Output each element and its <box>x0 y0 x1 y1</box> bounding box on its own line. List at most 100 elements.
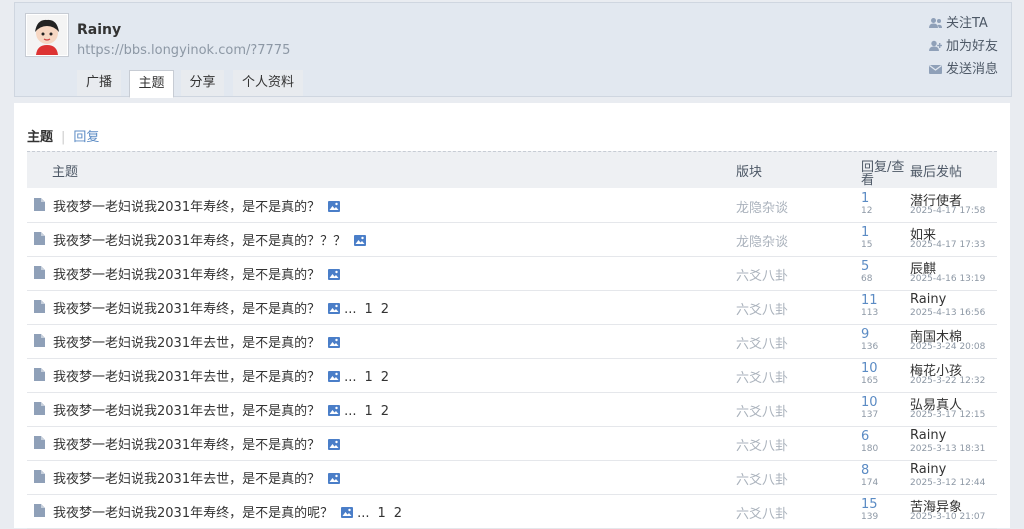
profile-url[interactable]: https://bbs.longyinok.com/?7775 <box>77 43 290 58</box>
pagination: ... 1 2 <box>357 506 403 521</box>
profile-header: Rainy https://bbs.longyinok.com/?7775 广播… <box>14 2 1012 98</box>
last-poster[interactable]: Rainy <box>910 462 946 477</box>
document-icon <box>34 198 45 211</box>
forum-link[interactable]: 六爻八卦 <box>736 503 788 522</box>
reply-count: 8 <box>861 463 870 478</box>
page-link[interactable]: 2 <box>381 404 389 419</box>
last-post-time[interactable]: 2025-3-10 21:07 <box>910 512 985 522</box>
page-link[interactable]: 2 <box>381 302 389 317</box>
last-post-time[interactable]: 2025-3-24 20:08 <box>910 342 985 352</box>
forum-link[interactable]: 龙隐杂谈 <box>736 231 788 250</box>
table-row: 我夜梦一老妇说我2031年去世，是不是真的？ 六爻八卦 9 136 南国木棉 2025-3… <box>27 324 997 359</box>
forum-link[interactable]: 六爻八卦 <box>736 333 788 352</box>
topic-title[interactable]: 我夜梦一老妇说我2031年寿终，是不是真的？ <box>53 438 320 453</box>
image-attachment-icon <box>341 507 354 518</box>
add-friend-label: 加为好友 <box>946 39 999 54</box>
image-attachment-icon <box>328 303 341 314</box>
last-poster[interactable]: Rainy <box>910 292 946 307</box>
header-forum: 版块 <box>736 165 763 180</box>
username[interactable]: Rainy <box>77 22 121 38</box>
last-post-time[interactable]: 2025-3-22 12:32 <box>910 376 985 386</box>
last-post-time[interactable]: 2025-4-17 17:33 <box>910 240 985 250</box>
pagination: ... 1 2 <box>344 404 390 419</box>
subtab-replies[interactable]: 回复 <box>73 130 99 145</box>
image-attachment-icon <box>328 201 341 212</box>
main-panel: 主题 | 回复 主题 版块 回复/查看 最后发帖 我夜梦一老妇说我2031年寿终，是… <box>14 103 1010 529</box>
topic-title[interactable]: 我夜梦一老妇说我2031年去世，是不是真的？ <box>53 472 320 487</box>
forum-link[interactable]: 六爻八卦 <box>736 469 788 488</box>
add-friend-icon <box>929 40 943 51</box>
table-row: 我夜梦一老妇说我2031年去世，是不是真的？... 1 2 六爻八卦 10 137 弘易真人… <box>27 392 997 427</box>
follow-button[interactable]: 关注TA <box>929 14 988 34</box>
document-icon <box>34 368 45 381</box>
table-row: 我夜梦一老妇说我2031年寿终，是不是真的？ 龙隐杂谈 1 12 潜行使者 2025-4-… <box>27 188 997 223</box>
topic-title[interactable]: 我夜梦一老妇说我2031年去世，是不是真的？ <box>53 404 320 419</box>
message-icon <box>929 65 942 74</box>
image-attachment-icon <box>328 473 341 484</box>
forum-link[interactable]: 六爻八卦 <box>736 401 788 420</box>
pagination: ... 1 2 <box>344 370 390 385</box>
table-row: 我夜梦一老妇说我2031年去世，是不是真的？ 六爻八卦 8 174 Rainy 2025-… <box>27 460 997 495</box>
send-message-button[interactable]: 发送消息 <box>929 60 998 80</box>
subtab-divider: | <box>61 130 66 145</box>
forum-link[interactable]: 六爻八卦 <box>736 367 788 386</box>
reply-count: 15 <box>861 497 878 512</box>
document-icon <box>34 300 45 313</box>
view-count: 165 <box>861 376 879 386</box>
last-post-time[interactable]: 2025-3-17 12:15 <box>910 410 985 420</box>
header-title: 主题 <box>52 165 79 180</box>
last-post-time[interactable]: 2025-3-12 12:44 <box>910 478 985 488</box>
image-attachment-icon <box>328 269 341 280</box>
page-link[interactable]: 1 <box>365 404 373 419</box>
reply-count: 9 <box>861 327 870 342</box>
forum-link[interactable]: 龙隐杂谈 <box>736 197 788 216</box>
avatar[interactable] <box>25 13 69 57</box>
tab-topics[interactable]: 主题 <box>129 70 174 98</box>
tab-profile[interactable]: 个人资料 <box>233 70 303 96</box>
forum-link[interactable]: 六爻八卦 <box>736 265 788 284</box>
table-row: 我夜梦一老妇说我2031年寿终，是不是真的？ ... 1 2 六爻八卦 11 113 Rain… <box>27 290 997 325</box>
last-post-time[interactable]: 2025-3-13 18:31 <box>910 444 985 454</box>
tab-share[interactable]: 分享 <box>181 70 224 96</box>
topic-title[interactable]: 我夜梦一老妇说我2031年去世，是不是真的？ <box>53 370 320 385</box>
page-link[interactable]: 2 <box>381 370 389 385</box>
tab-broadcast[interactable]: 广播 <box>77 70 121 96</box>
table-row: 我夜梦一老妇说我2031年寿终，是不是真的？？？ 龙隐杂谈 1 15 如来 2025-4-… <box>27 222 997 257</box>
topic-title[interactable]: 我夜梦一老妇说我2031年寿终，是不是真的？ <box>53 302 320 317</box>
document-icon <box>34 504 45 517</box>
page-link[interactable]: 1 <box>378 506 386 521</box>
add-friend-button[interactable]: 加为好友 <box>929 37 998 57</box>
page-link[interactable]: 1 <box>365 370 373 385</box>
forum-link[interactable]: 六爻八卦 <box>736 435 788 454</box>
topic-title[interactable]: 我夜梦一老妇说我2031年寿终，是不是真的？ <box>53 200 320 215</box>
table-row: 我夜梦一老妇说我2031年去世，是不是真的？... 1 2 六爻八卦 10 165 梅花小孩… <box>27 358 997 393</box>
subtab-topics[interactable]: 主题 <box>27 130 53 145</box>
table-header: 主题 版块 回复/查看 最后发帖 <box>27 151 997 188</box>
image-attachment-icon <box>328 371 341 382</box>
page-link[interactable]: 2 <box>394 506 402 521</box>
table-row: 我夜梦一老妇说我2031年寿终，是不是真的？ 六爻八卦 5 68 辰麒 2025-4-16… <box>27 256 997 291</box>
table-row: 我夜梦一老妇说我2031年寿终，是不是真的？ 六爻八卦 6 180 Rainy 2025-… <box>27 426 997 461</box>
view-count: 15 <box>861 240 873 250</box>
topic-title[interactable]: 我夜梦一老妇说我2031年寿终，是不是真的呢？ <box>53 506 333 521</box>
last-post-time[interactable]: 2025-4-16 13:19 <box>910 274 985 284</box>
last-post-time[interactable]: 2025-4-13 16:56 <box>910 308 985 318</box>
last-poster[interactable]: Rainy <box>910 428 946 443</box>
subtabs: 主题 | 回复 <box>27 126 99 145</box>
view-count: 174 <box>861 478 879 488</box>
follow-label: 关注TA <box>946 16 988 31</box>
forum-link[interactable]: 六爻八卦 <box>736 299 788 318</box>
page-link[interactable]: 1 <box>365 302 373 317</box>
topic-title[interactable]: 我夜梦一老妇说我2031年去世，是不是真的？ <box>53 336 320 351</box>
view-count: 180 <box>861 444 879 454</box>
reply-count: 11 <box>861 293 878 308</box>
view-count: 113 <box>861 308 879 318</box>
view-count: 139 <box>861 512 879 522</box>
document-icon <box>34 402 45 415</box>
send-message-label: 发送消息 <box>946 62 999 77</box>
topic-title[interactable]: 我夜梦一老妇说我2031年寿终，是不是真的？？？ <box>53 234 346 249</box>
reply-count: 10 <box>861 361 878 376</box>
last-post-time[interactable]: 2025-4-17 17:58 <box>910 206 985 216</box>
topic-title[interactable]: 我夜梦一老妇说我2031年寿终，是不是真的？ <box>53 268 320 283</box>
image-attachment-icon <box>328 439 341 450</box>
